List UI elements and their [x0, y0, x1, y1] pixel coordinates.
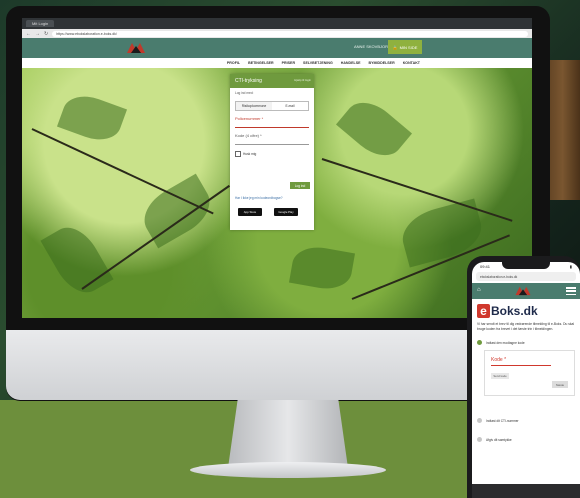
monitor-stand-base [190, 462, 386, 478]
forward-icon[interactable]: → [35, 31, 40, 37]
company-logo[interactable] [126, 42, 146, 54]
branch-shape [31, 128, 214, 215]
eboks-logo-text: Boks.dk [491, 304, 538, 318]
remember-me-row: Husk mig [235, 151, 309, 157]
step-2: Indtast dit CTI-nummer [477, 418, 575, 423]
header-contact: ANNE SKOVBJOR [354, 44, 389, 49]
step-indicator-active [477, 340, 482, 345]
app-store-badge[interactable]: App Store [238, 208, 262, 216]
address-input[interactable]: https://www.ebokslaboration.e-boks.dk/ [52, 30, 528, 37]
leaf-shape [335, 92, 413, 166]
method-option-left[interactable]: Risikopkommune [236, 102, 272, 110]
step-1-label: Indtast den modtagne kode [486, 340, 525, 345]
nav-item-profil[interactable]: PROFIL [227, 61, 240, 65]
leaf-shape [288, 243, 356, 293]
my-page-label: MIN SIDE [399, 44, 418, 50]
login-subtitle: Log ind med: [235, 91, 254, 95]
leaf-shape [40, 218, 114, 302]
battery-icon: ▮ [569, 264, 572, 269]
main-navigation: PROFIL BETINGELSER PRISER SELVBETJENING … [22, 58, 532, 68]
hamburger-menu-icon[interactable] [566, 287, 576, 295]
step-indicator-inactive [477, 418, 482, 423]
reload-icon[interactable]: ↻ [44, 31, 48, 37]
login-panel: CTI-tryksing Hjælp til login Log ind med… [230, 74, 314, 230]
desktop-screen: Mit Login ← → ↻ https://www.ebokslaborat… [22, 18, 532, 318]
step-3-label: Afgiv dit samtykke [486, 437, 512, 442]
my-page-button[interactable]: 🔒 MIN SIDE [388, 40, 422, 54]
lock-icon: 🔒 [392, 44, 398, 50]
forgot-code-link[interactable]: Har I ikke jeg min kodeordbogse? [235, 196, 282, 200]
remember-me-checkbox[interactable] [235, 151, 241, 157]
branch-shape [321, 158, 513, 222]
browser-tab[interactable]: Mit Login [26, 20, 55, 27]
nav-item-handelse[interactable]: HANDELSE [341, 61, 361, 65]
nav-item-priser[interactable]: PRISER [282, 61, 295, 65]
wood-panel [545, 60, 580, 200]
next-button[interactable]: Næste [552, 381, 568, 388]
login-panel-header: CTI-tryksing Hjælp til login [230, 74, 314, 88]
phone-notch [502, 262, 550, 269]
google-play-badge[interactable]: Google Play [274, 208, 298, 216]
nav-item-betingelser[interactable]: BETINGELSER [248, 61, 274, 65]
intro-text: Vi har sendt et brev til dig vedrørende … [477, 322, 575, 331]
status-time: 09:41 [480, 264, 491, 269]
browser-tab-bar: Mit Login [22, 18, 532, 29]
phone-address-bar[interactable]: ebokslaboration.e-boks.dk [476, 272, 576, 281]
nav-item-selvbetjening[interactable]: SELVBETJENING [303, 61, 333, 65]
leaf-shape [56, 88, 128, 148]
phone-screen: 09:41 ▮ ebokslaboration.e-boks.dk ⌂ e Bo… [472, 262, 580, 498]
eboks-logo: e Boks.dk [477, 304, 575, 318]
step-1: Indtast den modtagne kode [477, 340, 575, 345]
step-3: Afgiv dit samtykke [477, 437, 575, 442]
site-header: ANNE SKOVBJOR 🔒 MIN SIDE [22, 38, 532, 58]
back-icon[interactable]: ← [26, 31, 31, 37]
company-logo[interactable] [514, 286, 532, 296]
login-title: CTI-tryksing [235, 78, 262, 84]
resend-code-button[interactable]: Send kode [491, 373, 509, 379]
login-help-link[interactable]: Hjælp til login [294, 78, 311, 82]
code-entry-box: Kode * Send kode Næste [484, 350, 575, 396]
step-indicator-inactive [477, 437, 482, 442]
nav-item-bymiddelser[interactable]: BYMIDDELSER [369, 61, 395, 65]
code-field[interactable]: Kode (4 cifre) * [235, 133, 309, 145]
login-button[interactable]: Log ind [290, 182, 310, 189]
home-icon[interactable]: ⌂ [477, 287, 481, 293]
phone-site-header: ⌂ [472, 283, 580, 299]
policy-number-field[interactable]: Policenummer * [235, 116, 309, 128]
nav-item-kontakt[interactable]: KONTAKT [403, 61, 420, 65]
code-input[interactable]: Kode * [491, 357, 506, 363]
phone-bottom-bar [472, 484, 580, 498]
step-2-label: Indtast dit CTI-nummer [486, 418, 519, 423]
method-option-email[interactable]: E-mail [272, 102, 308, 110]
remember-me-label: Husk mig [243, 152, 257, 156]
monitor-stand [228, 400, 348, 468]
eboks-logo-e: e [477, 304, 490, 318]
login-method-toggle: Risikopkommune E-mail [235, 101, 309, 111]
browser-url-bar: ← → ↻ https://www.ebokslaboration.e-boks… [22, 29, 532, 38]
code-input-underline [491, 365, 551, 366]
